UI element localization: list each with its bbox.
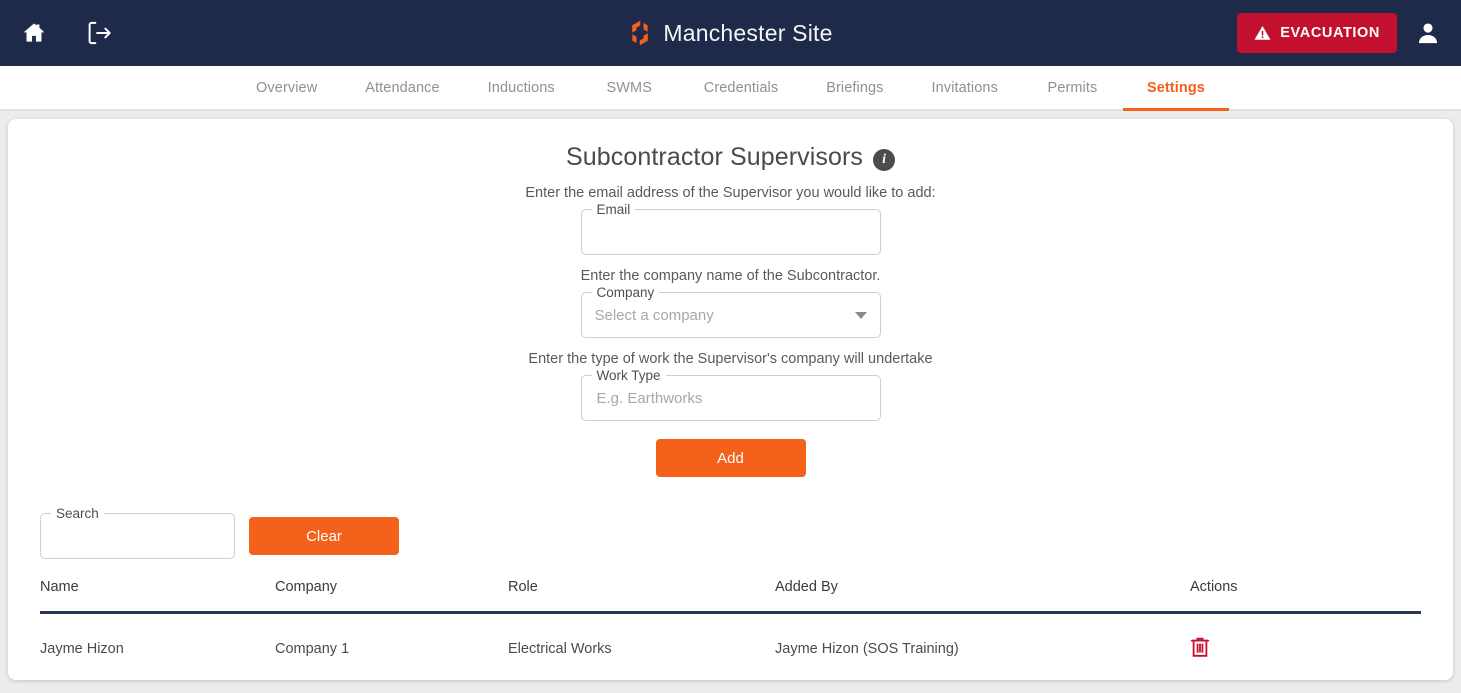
table-row: Jayme Hizon Company 1 Electrical Works J… [40,613,1421,681]
column-header-name: Name [40,579,79,595]
home-icon[interactable] [14,13,54,53]
evacuation-button[interactable]: EVACUATION [1237,13,1397,53]
cell-role: Electrical Works [508,641,612,657]
chevron-down-icon [854,311,867,319]
user-account-icon-svg [1418,23,1438,44]
company-field-wrap: Company Select a company [580,285,881,338]
brand-title: Manchester Site [663,19,833,46]
email-field-wrap: Email [580,202,881,255]
tab-inductions-label: Inductions [487,79,555,96]
cell-name: Jayme Hizon [40,641,124,657]
email-field-label: Email [591,202,636,218]
table-head: Name Company Role Added By Actions [40,579,1421,613]
brand-logo-icon [632,20,649,46]
company-helper-text: Enter the company name of the Subcontrac… [580,268,881,284]
tab-credentials-label: Credentials [703,79,779,96]
supervisors-table: Name Company Role Added By Actions Jayme… [40,579,1421,680]
search-field-label: Search [51,506,104,522]
tab-attendance[interactable]: Attendance [341,66,463,109]
main-navigation-tabs: Overview Attendance Inductions SWMS Cred… [0,66,1461,111]
tab-invitations[interactable]: Invitations [908,66,1022,109]
logout-icon-svg [88,21,111,45]
user-account-icon[interactable] [1409,13,1447,53]
delete-row-button[interactable] [1190,636,1210,658]
company-field-label: Company [591,285,660,301]
email-helper-text: Enter the email address of the Superviso… [525,185,936,201]
worktype-helper-text: Enter the type of work the Supervisor's … [528,351,933,367]
work-type-field-label: Work Type [591,368,666,384]
tab-swms-label: SWMS [606,79,653,96]
page-title-row: Subcontractor Supervisors i [8,119,1453,172]
work-type-input[interactable] [594,388,867,408]
tab-briefings[interactable]: Briefings [802,66,907,109]
search-field[interactable]: Search [40,506,235,559]
header-right-actions: EVACUATION [1237,13,1447,53]
tab-settings[interactable]: Settings [1122,66,1229,111]
tab-permits[interactable]: Permits [1022,66,1123,109]
info-icon[interactable]: i [873,148,896,171]
tab-swms[interactable]: SWMS [579,66,680,109]
home-icon-svg [23,23,45,42]
tab-attendance-label: Attendance [365,79,440,96]
tab-invitations-label: Invitations [931,79,998,96]
company-select[interactable]: Company Select a company [580,285,881,338]
clear-button[interactable]: Clear [249,517,399,555]
company-select-value: Select a company [594,306,714,324]
column-header-actions: Actions [1190,579,1238,595]
delete-trash-icon [1190,637,1210,657]
cell-actions [1190,613,1421,681]
supervisors-table-area: Name Company Role Added By Actions Jayme… [8,579,1453,680]
page-title: Subcontractor Supervisors [565,143,864,171]
tab-briefings-label: Briefings [826,79,884,96]
tab-overview[interactable]: Overview [232,66,341,109]
column-header-company: Company [275,579,338,595]
tab-inductions[interactable]: Inductions [464,66,579,109]
header-left-actions [14,13,120,53]
settings-card: Subcontractor Supervisors i Enter the em… [8,119,1453,680]
email-input[interactable] [594,222,867,242]
column-header-added-by: Added By [775,579,838,595]
table-body: Jayme Hizon Company 1 Electrical Works J… [40,613,1421,681]
work-type-field[interactable]: Work Type [580,368,881,421]
tab-permits-label: Permits [1047,79,1098,96]
column-header-role: Role [508,579,538,595]
add-button-row: Add [8,439,1453,477]
table-header-row: Name Company Role Added By Actions [40,579,1421,613]
top-header-bar: Manchester Site EVACUATION [0,0,1461,66]
tab-credentials[interactable]: Credentials [680,66,802,109]
work-type-field-wrap: Work Type [580,368,881,421]
email-field[interactable]: Email [580,202,881,255]
search-input[interactable] [54,526,221,546]
content-stage: Subcontractor Supervisors i Enter the em… [0,111,1461,691]
logout-icon[interactable] [80,13,120,53]
tab-overview-label: Overview [256,79,318,96]
tab-settings-label: Settings [1146,79,1205,96]
cell-company: Company 1 [275,641,350,657]
search-row: Search Clear [8,477,1453,559]
cell-added-by: Jayme Hizon (SOS Training) [775,641,959,657]
evacuation-button-label: EVACUATION [1280,25,1380,41]
add-button[interactable]: Add [655,439,806,477]
warning-triangle-icon [1254,26,1271,40]
search-field-wrap: Search [40,506,235,559]
